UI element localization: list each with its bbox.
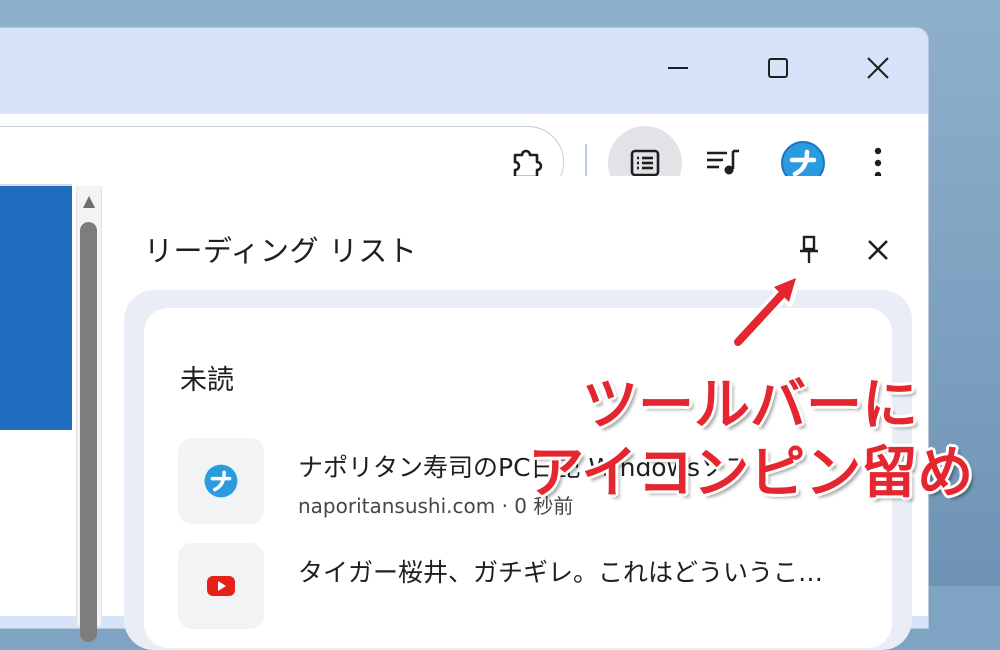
window-close-button[interactable] xyxy=(848,46,908,90)
maximize-icon xyxy=(768,58,788,78)
scroll-thumb[interactable] xyxy=(80,222,97,642)
minimize-icon xyxy=(668,67,688,69)
reading-list-icon xyxy=(630,149,660,177)
list-item[interactable]: タイガー桜井、ガチギレ。これはどういうこ… xyxy=(178,543,868,633)
section-heading-unread: 未読 xyxy=(180,365,234,396)
page-content-banner xyxy=(0,186,72,430)
close-icon xyxy=(868,240,888,260)
pin-to-toolbar-button[interactable] xyxy=(792,230,826,270)
page-scrollbar[interactable] xyxy=(76,186,102,642)
close-icon xyxy=(867,57,889,79)
annotation-text-line2: アイコンピン留め xyxy=(528,441,974,506)
pin-icon xyxy=(800,235,818,263)
toolbar-divider xyxy=(585,144,587,178)
item-favicon xyxy=(178,438,264,524)
site-favicon-icon xyxy=(204,464,238,498)
item-favicon xyxy=(178,543,264,629)
annotation-arrow-icon xyxy=(731,273,801,349)
maximize-button[interactable] xyxy=(748,46,808,90)
scroll-up-arrow-icon[interactable] xyxy=(83,196,95,208)
item-title: タイガー桜井、ガチギレ。これはどういうこ… xyxy=(298,558,824,587)
youtube-icon xyxy=(207,576,235,596)
side-panel-close-button[interactable] xyxy=(860,230,896,270)
media-control-icon xyxy=(707,149,739,175)
side-panel-title: リーディング リスト xyxy=(144,234,418,268)
puzzle-icon xyxy=(513,149,543,179)
minimize-button[interactable] xyxy=(648,46,708,90)
